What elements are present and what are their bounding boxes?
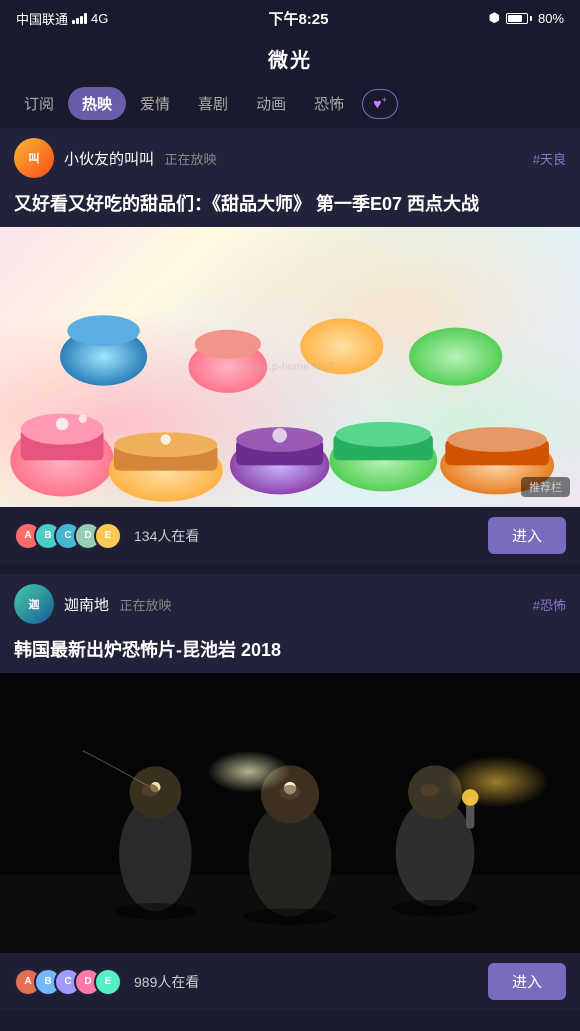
tag-1: #天良 [533, 149, 566, 168]
footer-row-2: A B C D E 989人在看 进入 [0, 953, 580, 1010]
user-details-1: 小伙友的叫叫 正在放映 [64, 148, 216, 169]
cake-svg [0, 227, 580, 507]
enter-button-1[interactable]: 进入 [488, 517, 566, 554]
viewer-count-2: 989人在看 [134, 972, 199, 992]
status-right: ⬢ 80% [489, 10, 564, 26]
user-details-2: 迦南地 正在放映 [64, 594, 171, 615]
status-bar: 中国联通 4G 下午8:25 ⬢ 80% [0, 0, 580, 36]
battery-percent: 80% [538, 11, 564, 26]
thumbnail-image-1 [0, 227, 580, 507]
stream-thumbnail-1[interactable]: www.p-home.NET 推荐栏 [0, 227, 580, 507]
stream-thumbnail-2[interactable] [0, 673, 580, 953]
thumbnail-image-2 [0, 673, 580, 953]
tab-animation[interactable]: 动画 [242, 87, 300, 120]
network-type: 4G [91, 11, 108, 26]
user-row-2: 迦 迦南地 正在放映 #恐怖 [0, 574, 580, 634]
viewer-avatars-1: A B C D E [14, 522, 114, 550]
avatar-1: 叫 [14, 138, 54, 178]
battery-icon [506, 13, 532, 24]
user-row-1: 叫 小伙友的叫叫 正在放映 #天良 [0, 128, 580, 188]
recommend-badge: 推荐栏 [521, 477, 570, 497]
tab-comedy[interactable]: 喜剧 [184, 87, 242, 120]
tab-subscribe[interactable]: 订阅 [10, 87, 68, 120]
app-title: 微光 [268, 50, 312, 72]
username-1: 小伙友的叫叫 [64, 151, 154, 168]
viewer-section-2: A B C D E 989人在看 [14, 968, 199, 996]
live-status-1: 正在放映 [164, 152, 216, 167]
tab-romance[interactable]: 爱情 [126, 87, 184, 120]
app-header: 微光 [0, 36, 580, 83]
user-info-2: 迦 迦南地 正在放映 [14, 584, 171, 624]
stream-title-2: 韩国最新出炉恐怖片-昆池岩 2018 [0, 634, 580, 673]
viewer-avatar: E [94, 968, 122, 996]
carrier-text: 中国联通 [16, 9, 68, 28]
tag-2: #恐怖 [533, 595, 566, 614]
signal-icon [72, 13, 87, 24]
live-status-2: 正在放映 [119, 598, 171, 613]
viewer-count-1: 134人在看 [134, 526, 199, 546]
stream-title-1: 又好看又好吃的甜品们：《甜品大师》 第一季E07 西点大战 [0, 188, 580, 227]
viewer-section-1: A B C D E 134人在看 [14, 522, 199, 550]
viewer-avatars-2: A B C D E [14, 968, 114, 996]
avatar-2: 迦 [14, 584, 54, 624]
username-2: 迦南地 [64, 597, 109, 614]
dark-scene [0, 673, 580, 953]
user-info-1: 叫 小伙友的叫叫 正在放映 [14, 138, 216, 178]
enter-button-2[interactable]: 进入 [488, 963, 566, 1000]
scene-svg [0, 673, 580, 953]
stream-item-2: 迦 迦南地 正在放映 #恐怖 韩国最新出炉恐怖片-昆池岩 2018 [0, 574, 580, 1010]
tab-hot[interactable]: 热映 [68, 87, 126, 120]
bluetooth-icon: ⬢ [489, 10, 500, 26]
viewer-avatar: E [94, 522, 122, 550]
nav-tabs: 订阅 热映 爱情 喜剧 动画 恐怖 ♥+ [0, 83, 580, 128]
tab-horror[interactable]: 恐怖 [300, 87, 358, 120]
favorite-add-button[interactable]: ♥+ [362, 89, 398, 119]
status-left: 中国联通 4G [16, 9, 108, 28]
time-display: 下午8:25 [268, 8, 328, 29]
footer-row-1: A B C D E 134人在看 进入 [0, 507, 580, 564]
stream-item-1: 叫 小伙友的叫叫 正在放映 #天良 又好看又好吃的甜品们：《甜品大师》 第一季E… [0, 128, 580, 564]
